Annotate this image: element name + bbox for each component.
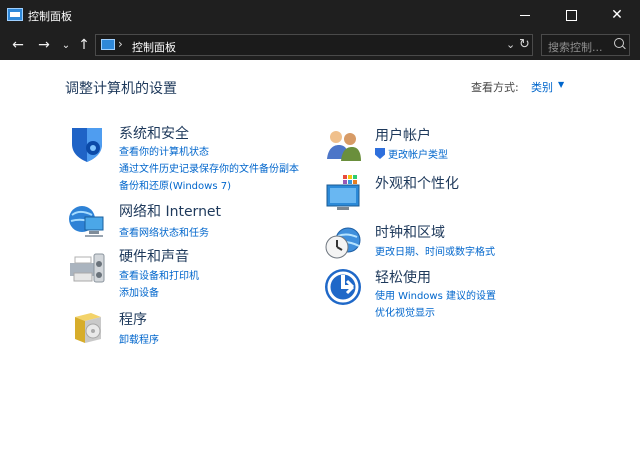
category-title-network-internet[interactable]: 网络和 Internet	[119, 201, 221, 221]
programs-icon[interactable]	[67, 309, 107, 349]
category-title-programs[interactable]: 程序	[119, 309, 147, 329]
refresh-button[interactable]: ↻	[519, 37, 530, 52]
view-by-label: 查看方式:	[471, 81, 519, 94]
maximize-button[interactable]	[548, 0, 594, 30]
uac-shield-icon	[375, 148, 385, 159]
recent-locations-button[interactable]: ⌄	[57, 36, 75, 54]
search-input[interactable]: 搜索控制...	[548, 39, 603, 55]
link-backup-restore[interactable]: 备份和还原(Windows 7)	[119, 177, 231, 192]
main-content: 调整计算机的设置 查看方式: 类别 ▼ 系统和安全 查看你的计算机状态 通过文件…	[0, 60, 640, 461]
category-title-user-accounts[interactable]: 用户帐户	[375, 125, 431, 145]
forward-button[interactable]: →	[35, 36, 53, 54]
view-by-caret-icon[interactable]: ▼	[558, 80, 564, 89]
category-title-hardware-sound[interactable]: 硬件和声音	[119, 246, 189, 266]
ease-of-access-icon[interactable]	[323, 267, 363, 307]
link-view-computer-status[interactable]: 查看你的计算机状态	[119, 143, 209, 158]
control-panel-icon	[7, 8, 23, 21]
page-title: 调整计算机的设置	[65, 81, 177, 97]
link-change-date-time-format[interactable]: 更改日期、时间或数字格式	[375, 243, 495, 258]
category-title-ease-of-access[interactable]: 轻松使用	[375, 267, 431, 287]
address-bar[interactable]: › 控制面板 ⌄ ↻	[95, 34, 533, 56]
link-change-account-type[interactable]: 更改帐户类型	[375, 146, 448, 161]
network-globe-icon[interactable]	[67, 201, 107, 241]
address-dropdown-button[interactable]: ⌄	[506, 38, 515, 51]
link-devices-printers[interactable]: 查看设备和打印机	[119, 267, 199, 282]
control-panel-window: 控制面板 ✕ ← → ⌄ ↑ › 控制面板 ⌄ ↻ 搜索控制... 调整计算机的…	[0, 0, 640, 461]
navigation-bar: ← → ⌄ ↑ › 控制面板 ⌄ ↻ 搜索控制...	[0, 30, 640, 60]
close-button[interactable]: ✕	[594, 0, 640, 30]
minimize-button[interactable]	[502, 0, 548, 30]
title-bar: 控制面板 ✕	[0, 0, 640, 30]
hardware-printer-icon[interactable]	[67, 246, 107, 286]
category-title-system-security[interactable]: 系统和安全	[119, 123, 189, 143]
link-uninstall-program[interactable]: 卸载程序	[119, 331, 159, 346]
category-title-clock-region[interactable]: 时钟和区域	[375, 222, 445, 242]
back-button[interactable]: ←	[9, 36, 27, 54]
up-button[interactable]: ↑	[75, 36, 93, 54]
system-security-icon[interactable]	[67, 123, 107, 163]
breadcrumb-separator: ›	[118, 37, 123, 51]
minimize-icon	[520, 14, 530, 16]
search-icon[interactable]	[614, 38, 624, 48]
address-text[interactable]: 控制面板	[132, 39, 176, 55]
link-file-history-backup[interactable]: 通过文件历史记录保存你的文件备份副本	[119, 160, 299, 175]
maximize-icon	[565, 9, 577, 21]
link-windows-recommended-settings[interactable]: 使用 Windows 建议的设置	[375, 287, 496, 302]
view-by-dropdown[interactable]: 类别	[531, 79, 553, 95]
clock-region-icon[interactable]	[323, 222, 363, 262]
link-optimize-visual-display[interactable]: 优化视觉显示	[375, 304, 435, 319]
link-network-status-tasks[interactable]: 查看网络状态和任务	[119, 224, 209, 239]
link-change-account-type-label: 更改帐户类型	[388, 150, 448, 161]
appearance-personalization-icon[interactable]	[323, 173, 363, 213]
control-panel-icon	[101, 39, 115, 50]
search-box[interactable]: 搜索控制...	[541, 34, 630, 56]
category-title-appearance-personalization[interactable]: 外观和个性化	[375, 173, 459, 193]
link-add-device[interactable]: 添加设备	[119, 284, 159, 299]
user-accounts-icon[interactable]	[323, 125, 363, 165]
window-title: 控制面板	[28, 10, 72, 23]
